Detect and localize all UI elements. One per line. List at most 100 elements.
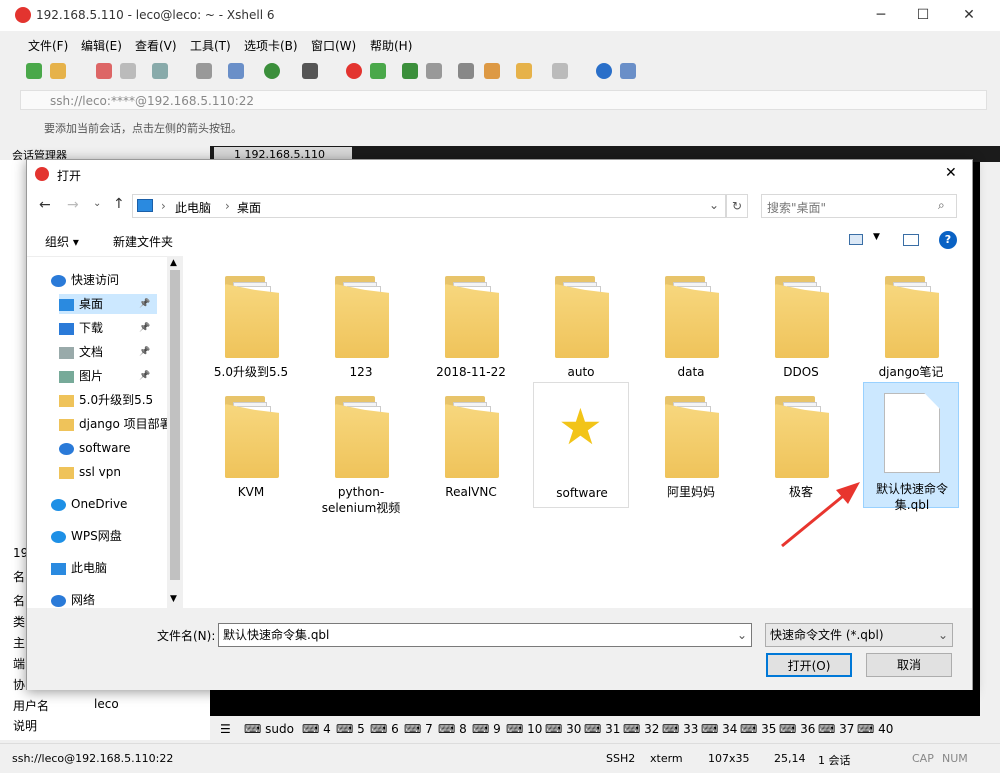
quick-command-button[interactable]: ⌨ 7	[404, 722, 433, 736]
disconnect-icon[interactable]	[120, 63, 136, 79]
quick-command-button[interactable]: ⌨ 33	[662, 722, 698, 736]
help-icon[interactable]	[596, 63, 612, 79]
quick-command-button[interactable]: ⌨ 35	[740, 722, 776, 736]
nav-item[interactable]: 文档 📌	[59, 342, 150, 362]
preview-pane-icon[interactable]	[903, 234, 919, 246]
folder-item[interactable]: 5.0升级到5.5	[203, 262, 299, 388]
help-icon[interactable]: ?	[939, 231, 957, 249]
nav-item[interactable]: ssl vpn	[59, 462, 121, 482]
globe-icon[interactable]	[264, 63, 280, 79]
add-tab-icon[interactable]	[516, 63, 532, 79]
menu-help[interactable]: 帮助(H)	[370, 37, 412, 54]
nav-item[interactable]: 5.0升级到5.5	[59, 390, 153, 410]
quick-command-button[interactable]: ⌨ 4	[302, 722, 331, 736]
address-bar[interactable]: ssh://leco:****@192.168.5.110:22	[20, 90, 987, 110]
breadcrumb-this-pc[interactable]: 此电脑	[175, 199, 211, 216]
nav-item[interactable]: 图片 📌	[59, 366, 150, 386]
layout2-icon[interactable]	[552, 63, 568, 79]
filetype-dropdown-icon[interactable]: ⌄	[938, 624, 948, 646]
path-breadcrumb[interactable]: › 此电脑 › 桌面 ⌄	[132, 194, 726, 218]
quick-command-button[interactable]: ⌨ 32	[623, 722, 659, 736]
pin-icon[interactable]: 📌	[139, 318, 150, 338]
menu-tools[interactable]: 工具(T)	[190, 37, 231, 54]
quick-command-button[interactable]: ⌨ 6	[370, 722, 399, 736]
scroll-thumb[interactable]	[170, 270, 180, 580]
folder-item[interactable]: 阿里妈妈	[643, 382, 739, 508]
chat-icon[interactable]	[620, 63, 636, 79]
path-dropdown-icon[interactable]: ⌄	[709, 198, 719, 212]
nav-item[interactable]: 下载 📌	[59, 318, 150, 338]
search-input[interactable]: 搜索"桌面" ⌕	[761, 194, 957, 218]
folder-item[interactable]: KVM	[203, 382, 299, 508]
quick-command-button[interactable]: ⌨ sudo	[244, 722, 294, 736]
menu-view[interactable]: 查看(V)	[135, 37, 177, 54]
quick-command-button[interactable]: ⌨ 8	[438, 722, 467, 736]
menu-window[interactable]: 窗口(W)	[311, 37, 356, 54]
navigation-scrollbar[interactable]: ▲ ▼	[167, 256, 183, 608]
new-session-icon[interactable]	[26, 63, 42, 79]
pin-icon[interactable]: 📌	[139, 294, 150, 314]
nav-item[interactable]: django 项目部署	[59, 414, 172, 434]
organize-button[interactable]: 组织 ▾	[45, 233, 79, 250]
find-icon[interactable]	[196, 63, 212, 79]
folder-item[interactable]: DDOS	[753, 262, 849, 388]
nav-item[interactable]: 桌面 📌	[59, 294, 157, 314]
breadcrumb-desktop[interactable]: 桌面	[237, 199, 261, 216]
lock-icon[interactable]	[426, 63, 442, 79]
nav-item[interactable]: WPS网盘	[51, 526, 122, 546]
quick-command-button[interactable]: ⌨ 31	[584, 722, 620, 736]
folder-item[interactable]: django笔记	[863, 262, 959, 388]
filename-dropdown-icon[interactable]: ⌄	[737, 624, 747, 646]
close-button[interactable]: ✕	[946, 0, 992, 31]
recent-dropdown-icon[interactable]: ⌄	[93, 198, 101, 209]
folder-item[interactable]: RealVNC	[423, 382, 519, 508]
keyboard-icon[interactable]	[458, 63, 474, 79]
command-menu-icon[interactable]: ☰	[220, 722, 231, 736]
quick-command-button[interactable]: ⌨ 5	[336, 722, 365, 736]
file-item[interactable]: 默认快速命令集.qbl	[863, 382, 959, 512]
menu-tabs[interactable]: 选项卡(B)	[244, 37, 298, 54]
folder-item[interactable]: python-selenium视频	[313, 382, 409, 515]
cancel-button[interactable]: 取消	[866, 653, 952, 677]
quick-command-button[interactable]: ⌨ 34	[701, 722, 737, 736]
pin-icon[interactable]: 📌	[139, 366, 150, 386]
highlight-icon[interactable]	[484, 63, 500, 79]
filename-input[interactable]: 默认快速命令集.qbl ⌄	[218, 623, 752, 647]
layout-icon[interactable]	[228, 63, 244, 79]
quick-command-button[interactable]: ⌨ 10	[506, 722, 542, 736]
forward-arrow-icon[interactable]: →	[67, 197, 79, 213]
folder-item[interactable]: 123	[313, 262, 409, 388]
folder-item[interactable]: 2018-11-22	[423, 262, 519, 388]
maximize-button[interactable]: ☐	[900, 0, 946, 31]
filetype-select[interactable]: 快速命令文件 (*.qbl) ⌄	[765, 623, 953, 647]
nav-item[interactable]: 快速访问	[51, 270, 119, 290]
open-button[interactable]: 打开(O)	[766, 653, 852, 677]
nav-item[interactable]: OneDrive	[51, 494, 127, 514]
open-folder-icon[interactable]	[50, 63, 66, 79]
folder-item[interactable]: data	[643, 262, 739, 388]
back-arrow-icon[interactable]: ←	[39, 197, 51, 213]
new-folder-button[interactable]: 新建文件夹	[113, 233, 173, 250]
refresh-icon[interactable]: ↻	[726, 194, 748, 218]
shortcut-item[interactable]: ★ software	[533, 382, 629, 508]
nav-item[interactable]: 网络	[51, 590, 95, 610]
pin-icon[interactable]: 📌	[139, 342, 150, 362]
quick-command-button[interactable]: ⌨ 36	[779, 722, 815, 736]
fullscreen-icon[interactable]	[402, 63, 418, 79]
view-dropdown-icon[interactable]: ▼	[873, 232, 880, 242]
folder-item[interactable]: auto	[533, 262, 629, 388]
font-icon[interactable]	[302, 63, 318, 79]
quick-command-button[interactable]: ⌨ 9	[472, 722, 501, 736]
quick-command-button[interactable]: ⌨ 37	[818, 722, 854, 736]
scroll-up-icon[interactable]: ▲	[170, 258, 177, 268]
xftp-icon[interactable]	[370, 63, 386, 79]
menu-file[interactable]: 文件(F)	[28, 37, 68, 54]
quick-command-button[interactable]: ⌨ 30	[545, 722, 581, 736]
xshell-icon[interactable]	[346, 63, 362, 79]
properties-icon[interactable]	[152, 63, 168, 79]
scroll-down-icon[interactable]: ▼	[170, 594, 177, 604]
quick-command-button[interactable]: ⌨ 40	[857, 722, 893, 736]
view-icon[interactable]	[849, 234, 863, 245]
nav-item[interactable]: software	[59, 438, 131, 458]
reconnect-icon[interactable]	[96, 63, 112, 79]
